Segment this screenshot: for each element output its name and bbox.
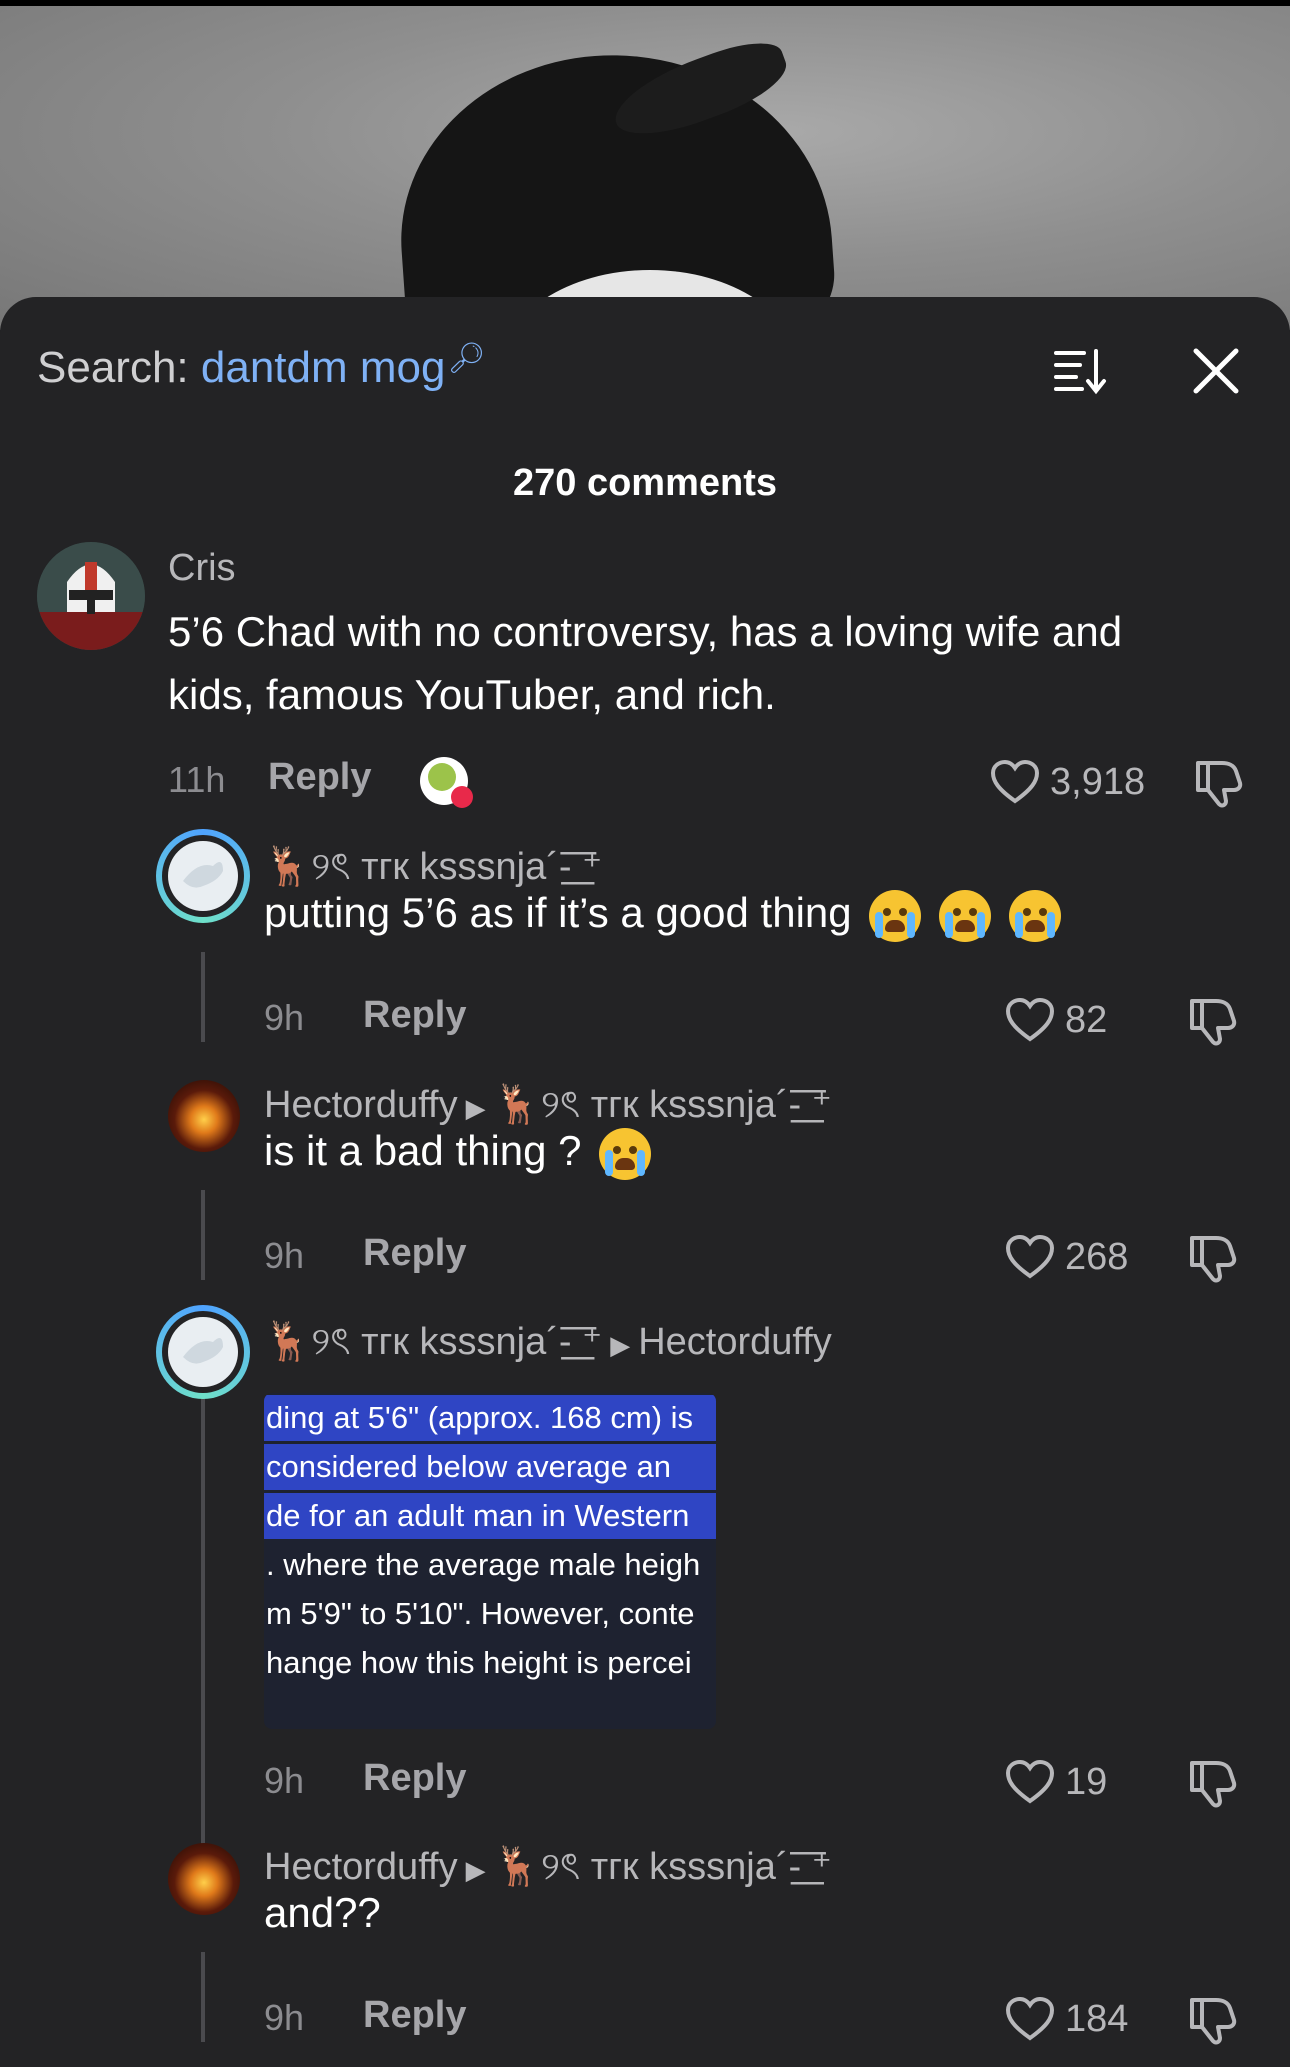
like-count: 3,918	[1050, 760, 1146, 803]
dislike-icon[interactable]	[1186, 1757, 1238, 1809]
like-button[interactable]: 3,918	[990, 757, 1145, 807]
comment-time: 11h	[168, 759, 226, 800]
heart-icon	[1005, 997, 1055, 1042]
close-icon[interactable]	[1188, 343, 1244, 399]
like-count: 19	[1065, 1760, 1108, 1803]
heart-icon	[990, 759, 1040, 804]
like-count: 184	[1065, 1997, 1129, 2040]
reply-author[interactable]: 🦌୨ৎ тгк ksssnja´-͟͟͞͞ ⁺	[264, 1321, 602, 1363]
thread-line	[201, 1190, 205, 1280]
reply-text: putting 5’6 as if it’s a good thing	[264, 881, 1061, 944]
crying-emoji-icon	[869, 889, 922, 942]
reply-text: is it a bad thing ?	[264, 1119, 652, 1182]
crying-emoji-icon	[1008, 889, 1061, 942]
thread-line	[201, 1952, 205, 2042]
like-button[interactable]: 184	[1005, 1994, 1128, 2044]
comments-sheet: Search: dantdm mog🔎︎ 270 comments Cris 5…	[0, 297, 1290, 2067]
screenshot-text-line: de for an adult man in Western	[264, 1493, 716, 1539]
screenshot-text-line: . where the average male heigh	[266, 1547, 701, 1582]
video-preview[interactable]	[0, 0, 1290, 330]
dove-icon	[183, 1338, 223, 1364]
avatar[interactable]	[168, 1080, 240, 1152]
thread-line	[201, 952, 205, 1042]
crying-emoji-icon	[599, 1127, 652, 1180]
heart-icon	[1005, 1996, 1055, 2041]
comment-username[interactable]: Cris	[168, 547, 236, 590]
search-prefix: Search:	[37, 343, 189, 392]
avatar[interactable]	[156, 829, 250, 923]
avatar[interactable]	[156, 1305, 250, 1399]
comment-text-line-1: 5’6 Chad with no controversy, has a lovi…	[168, 608, 1123, 655]
reply-text-body: is it a bad thing ?	[264, 1127, 582, 1174]
reply-button[interactable]: Reply	[363, 1994, 466, 2037]
reply-time: 9h	[264, 997, 305, 1038]
comment-text-line-2: kids, famous YouTuber, and rich.	[168, 671, 776, 718]
reply-username[interactable]: 🦌୨ৎ тгк ksssnja´-͟͟͞͞ ⁺ ▶ Hectorduffy	[264, 1312, 832, 1376]
like-count: 268	[1065, 1235, 1129, 1278]
reply-time: 9h	[264, 1235, 305, 1276]
like-button[interactable]: 82	[1005, 995, 1107, 1045]
reply-to-username[interactable]: 🦌୨ৎ тгк ksssnja´-͟͟͞͞ ⁺	[494, 1846, 832, 1888]
like-button[interactable]: 19	[1005, 1757, 1107, 1807]
reply-to-username[interactable]: Hectorduffy	[638, 1321, 832, 1363]
avatar[interactable]	[37, 542, 145, 650]
creator-liked-badge-icon	[420, 757, 473, 808]
crying-emoji-icon	[938, 889, 991, 942]
like-button[interactable]: 268	[1005, 1232, 1128, 1282]
avatar[interactable]	[168, 1843, 240, 1915]
screenshot-text-line: m 5'9" to 5'10". However, conte	[266, 1596, 695, 1631]
reply-button[interactable]: Reply	[363, 1232, 466, 1275]
reply-button[interactable]: Reply	[268, 756, 371, 799]
reply-text: and??	[264, 1889, 381, 1936]
screenshot-text-line: hange how this height is percei	[266, 1645, 692, 1680]
reply-time: 9h	[264, 1997, 305, 2038]
thread-line	[201, 1367, 205, 1847]
comments-count: 270 comments	[512, 462, 777, 504]
dislike-icon[interactable]	[1192, 757, 1244, 809]
trooper-avatar-icon	[37, 542, 145, 650]
dislike-icon[interactable]	[1186, 1994, 1238, 2046]
dislike-icon[interactable]	[1186, 1232, 1238, 1284]
reply-to-arrow-icon: ▶	[465, 1855, 486, 1885]
screenshot-text-line: ding at 5'6" (approx. 168 cm) is	[264, 1395, 716, 1441]
dove-icon	[183, 862, 223, 888]
reply-to-arrow-icon: ▶	[610, 1330, 631, 1360]
reply-button[interactable]: Reply	[363, 1757, 466, 1800]
like-count: 82	[1065, 998, 1108, 1041]
search-link[interactable]: Search: dantdm mog🔎︎	[37, 342, 486, 393]
heart-icon	[1005, 1234, 1055, 1279]
reply-button[interactable]: Reply	[363, 994, 466, 1037]
reply-text-body: putting 5’6 as if it’s a good thing	[264, 889, 852, 936]
status-strip	[0, 0, 1290, 6]
sort-icon[interactable]	[1052, 347, 1108, 395]
search-term[interactable]: dantdm mog	[201, 343, 446, 392]
reply-time: 9h	[264, 1760, 305, 1801]
attached-screenshot[interactable]: ding at 5'6" (approx. 168 cm) is conside…	[264, 1393, 716, 1729]
dislike-icon[interactable]	[1186, 995, 1238, 1047]
screenshot-text-line: considered below average an	[264, 1444, 716, 1490]
heart-icon	[1005, 1759, 1055, 1804]
search-icon: 🔎︎	[447, 342, 486, 375]
